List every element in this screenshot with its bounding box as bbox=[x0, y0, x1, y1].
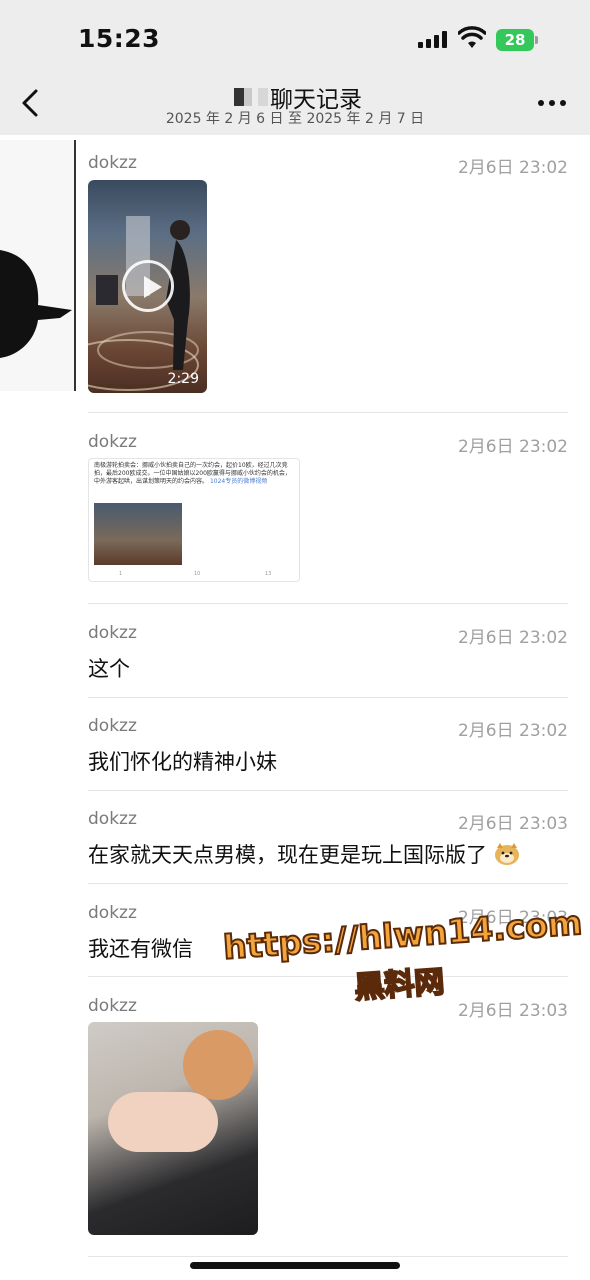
message-item: dokzz 2月6日 23:02 2:29 bbox=[88, 153, 568, 393]
message-item: dokzz 2月6日 23:03 bbox=[88, 996, 568, 1236]
card-comment-count: 10 bbox=[194, 571, 201, 577]
message-sender: dokzz bbox=[88, 716, 137, 736]
message-text: 在家就天天点男模，现在更是玩上国际版了 bbox=[88, 839, 520, 869]
message-text: 我们怀化的精神小妹 bbox=[88, 750, 277, 774]
message-sender: dokzz bbox=[88, 996, 137, 1016]
message-time: 2月6日 23:03 bbox=[457, 814, 568, 834]
message-divider bbox=[88, 790, 568, 791]
card-link[interactable]: 1024专员的微博视频 bbox=[210, 478, 267, 485]
message-sender: dokzz bbox=[88, 903, 137, 923]
message-divider bbox=[88, 883, 568, 884]
wifi-icon bbox=[458, 26, 486, 48]
signal-icon bbox=[418, 30, 450, 48]
masked-name bbox=[228, 88, 268, 106]
message-time: 2月6日 23:02 bbox=[457, 721, 568, 741]
back-chevron-icon[interactable] bbox=[18, 88, 44, 118]
message-time: 2月6日 23:03 bbox=[457, 908, 568, 928]
message-item: dokzz 2月6日 23:03 我还有微信 bbox=[88, 903, 568, 963]
home-indicator[interactable] bbox=[190, 1262, 400, 1269]
message-sender: dokzz bbox=[88, 153, 137, 173]
message-sender: dokzz bbox=[88, 809, 137, 829]
message-time: 2月6日 23:02 bbox=[457, 628, 568, 648]
silhouette-graphic bbox=[0, 140, 74, 391]
message-divider bbox=[88, 697, 568, 698]
card-text: 南极游轮拍卖会：挪威小伙拍卖自己的一次约会，起价10欧，经过几次竞拍，最后200… bbox=[94, 462, 291, 485]
doge-emoji-icon bbox=[494, 843, 519, 865]
video-message[interactable]: 2:29 bbox=[88, 180, 207, 393]
card-repost-count: 1 bbox=[119, 571, 123, 577]
side-preview-image[interactable] bbox=[0, 140, 76, 391]
message-text: 我还有微信 bbox=[88, 937, 193, 961]
message-sender: dokzz bbox=[88, 623, 137, 643]
card-like-count: 13 bbox=[265, 571, 272, 577]
nav-bar: 聊天记录 2025 年 2 月 6 日 至 2025 年 2 月 7 日 bbox=[0, 74, 590, 135]
message-text: 这个 bbox=[88, 657, 130, 681]
message-sender: dokzz bbox=[88, 432, 137, 452]
message-item: dokzz 2月6日 23:02 我们怀化的精神小妹 bbox=[88, 716, 568, 776]
message-time: 2月6日 23:02 bbox=[457, 437, 568, 457]
message-divider bbox=[88, 603, 568, 604]
battery-level: 28 bbox=[496, 29, 534, 51]
message-divider bbox=[88, 976, 568, 977]
battery-icon: 28 bbox=[496, 29, 538, 51]
message-item: dokzz 2月6日 23:02 南极游轮拍卖会：挪威小伙拍卖自己的一次约会，起… bbox=[88, 432, 568, 587]
shared-post-card[interactable]: 南极游轮拍卖会：挪威小伙拍卖自己的一次约会，起价10欧，经过几次竞拍，最后200… bbox=[88, 458, 300, 582]
message-divider bbox=[88, 1256, 568, 1257]
message-item: dokzz 2月6日 23:03 在家就天天点男模，现在更是玩上国际版了 bbox=[88, 809, 568, 869]
image-message[interactable] bbox=[88, 1022, 258, 1235]
card-footer: 1 10 13 bbox=[89, 571, 299, 581]
card-thumbnail[interactable] bbox=[94, 503, 182, 565]
more-dots-icon[interactable] bbox=[538, 100, 566, 108]
message-time: 2月6日 23:03 bbox=[457, 1001, 568, 1021]
video-duration: 2:29 bbox=[167, 371, 199, 387]
message-divider bbox=[88, 412, 568, 413]
status-time: 15:23 bbox=[78, 24, 161, 53]
message-item: dokzz 2月6日 23:02 这个 bbox=[88, 623, 568, 683]
date-range: 2025 年 2 月 6 日 至 2025 年 2 月 7 日 bbox=[165, 111, 425, 127]
status-bar: 15:23 28 bbox=[0, 0, 590, 74]
message-time: 2月6日 23:02 bbox=[457, 158, 568, 178]
top-bar: 15:23 28 聊天记录 2025 年 2 月 6 日 至 2025 年 2 … bbox=[0, 0, 590, 135]
play-icon[interactable] bbox=[122, 260, 174, 312]
